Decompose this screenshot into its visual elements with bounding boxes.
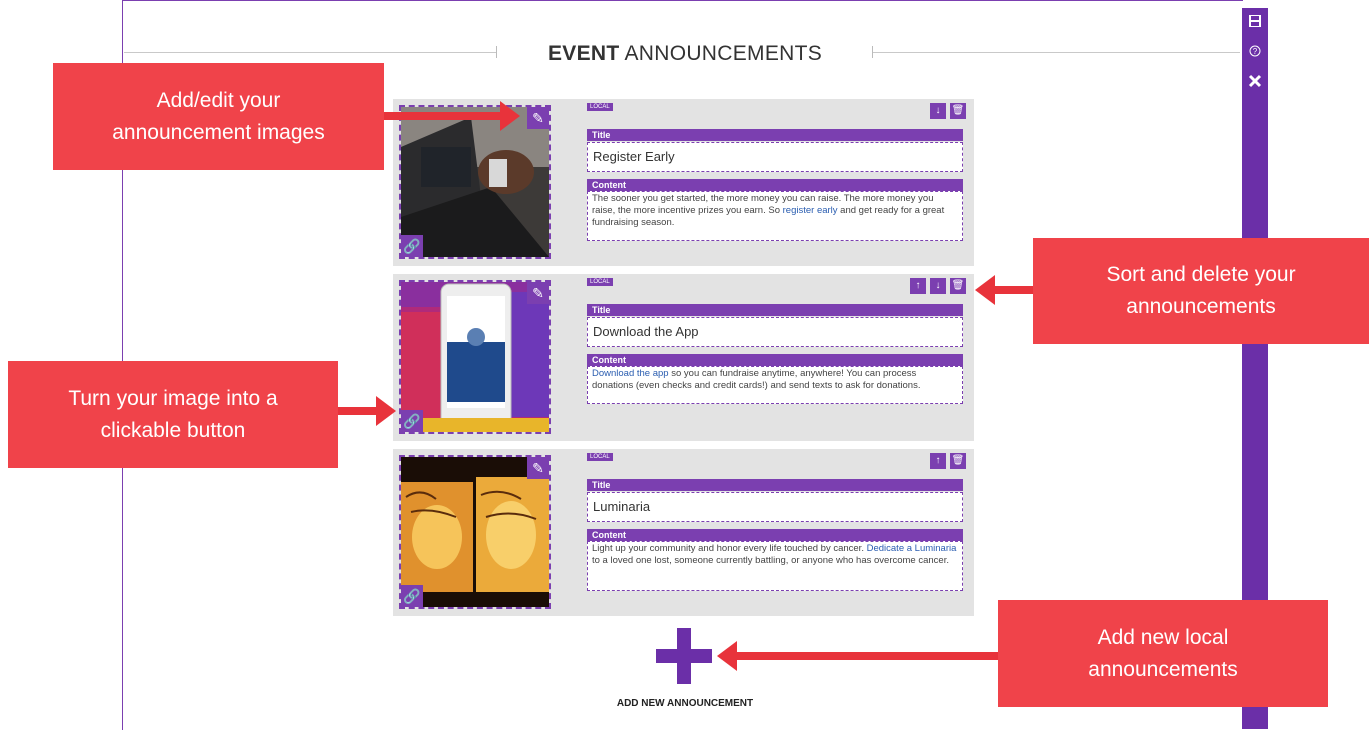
content-editor[interactable]: Light up your community and honor every …: [587, 541, 963, 591]
heading-rule-left: [124, 52, 496, 53]
content-link[interactable]: register early: [783, 205, 838, 216]
edit-image-button[interactable]: ✎: [527, 457, 549, 479]
card-controls: ↑ 🗑: [930, 453, 966, 469]
content-editor[interactable]: Download the app so you can fundraise an…: [587, 366, 963, 404]
title-input[interactable]: Download the App: [587, 317, 963, 347]
link-image-button[interactable]: 🔗: [401, 585, 423, 607]
edit-image-button[interactable]: ✎: [527, 282, 549, 304]
heading-tick-left: [496, 46, 497, 58]
svg-text:?: ?: [1253, 47, 1258, 56]
announcement-image[interactable]: ✎ 🔗: [399, 455, 551, 609]
close-icon[interactable]: [1242, 74, 1268, 93]
add-announcement-button[interactable]: ADD NEW ANNOUNCEMENT: [560, 698, 810, 709]
delete-button[interactable]: 🗑: [950, 278, 966, 294]
heading-rule-right: [872, 52, 1240, 53]
content-link[interactable]: Dedicate a Luminaria: [867, 543, 957, 554]
move-up-button[interactable]: ↑: [910, 278, 926, 294]
heading-tick-right: [872, 46, 873, 58]
callout-link-image: Turn your image into a clickable button: [8, 361, 338, 468]
save-icon[interactable]: [1242, 14, 1268, 33]
move-up-button[interactable]: ↑: [930, 453, 946, 469]
announcement-card: ✎ 🔗 LOCAL ↑ 🗑 Title Luminaria Content Li…: [393, 449, 974, 616]
delete-button[interactable]: 🗑: [950, 453, 966, 469]
link-image-button[interactable]: 🔗: [401, 410, 423, 432]
card-controls: ↓ 🗑: [930, 103, 966, 119]
callout-arrow-sort: [975, 275, 1033, 305]
announcement-card: ✎ 🔗 LOCAL ↓ 🗑 Title Register Early Conte…: [393, 99, 974, 266]
add-announcement-plus-icon[interactable]: [656, 628, 712, 684]
callout-edit-images: Add/edit your announcement images: [53, 63, 384, 170]
callout-add-new: Add new local announcements: [998, 600, 1328, 707]
local-badge: LOCAL: [587, 278, 613, 286]
link-image-button[interactable]: 🔗: [401, 235, 423, 257]
local-badge: LOCAL: [587, 453, 613, 461]
title-label: Title: [587, 479, 963, 491]
edit-image-button[interactable]: ✎: [527, 107, 549, 129]
help-icon[interactable]: ?: [1242, 44, 1268, 62]
content-label: Content: [587, 529, 963, 541]
title-input[interactable]: Register Early: [587, 142, 963, 172]
callout-arrow-add: [717, 641, 998, 671]
title-label: Title: [587, 129, 963, 141]
delete-button[interactable]: 🗑: [950, 103, 966, 119]
content-label: Content: [587, 354, 963, 366]
content-link[interactable]: Download the app: [592, 368, 669, 379]
title-input[interactable]: Luminaria: [587, 492, 963, 522]
callout-arrow-images: [384, 101, 520, 131]
card-controls: ↑ ↓ 🗑: [910, 278, 966, 294]
announcement-image[interactable]: ✎ 🔗: [399, 105, 551, 259]
content-label: Content: [587, 179, 963, 191]
content-editor[interactable]: The sooner you get started, the more mon…: [587, 191, 963, 241]
local-badge: LOCAL: [587, 103, 613, 111]
move-down-button[interactable]: ↓: [930, 103, 946, 119]
announcement-image[interactable]: ✎ 🔗: [399, 280, 551, 434]
page-title: EVENT ANNOUNCEMENTS: [547, 42, 823, 65]
callout-arrow-link: [338, 396, 396, 426]
announcement-card: ✎ 🔗 LOCAL ↑ ↓ 🗑 Title Download the App C…: [393, 274, 974, 441]
title-label: Title: [587, 304, 963, 316]
callout-sort-delete: Sort and delete your announcements: [1033, 238, 1369, 344]
move-down-button[interactable]: ↓: [930, 278, 946, 294]
